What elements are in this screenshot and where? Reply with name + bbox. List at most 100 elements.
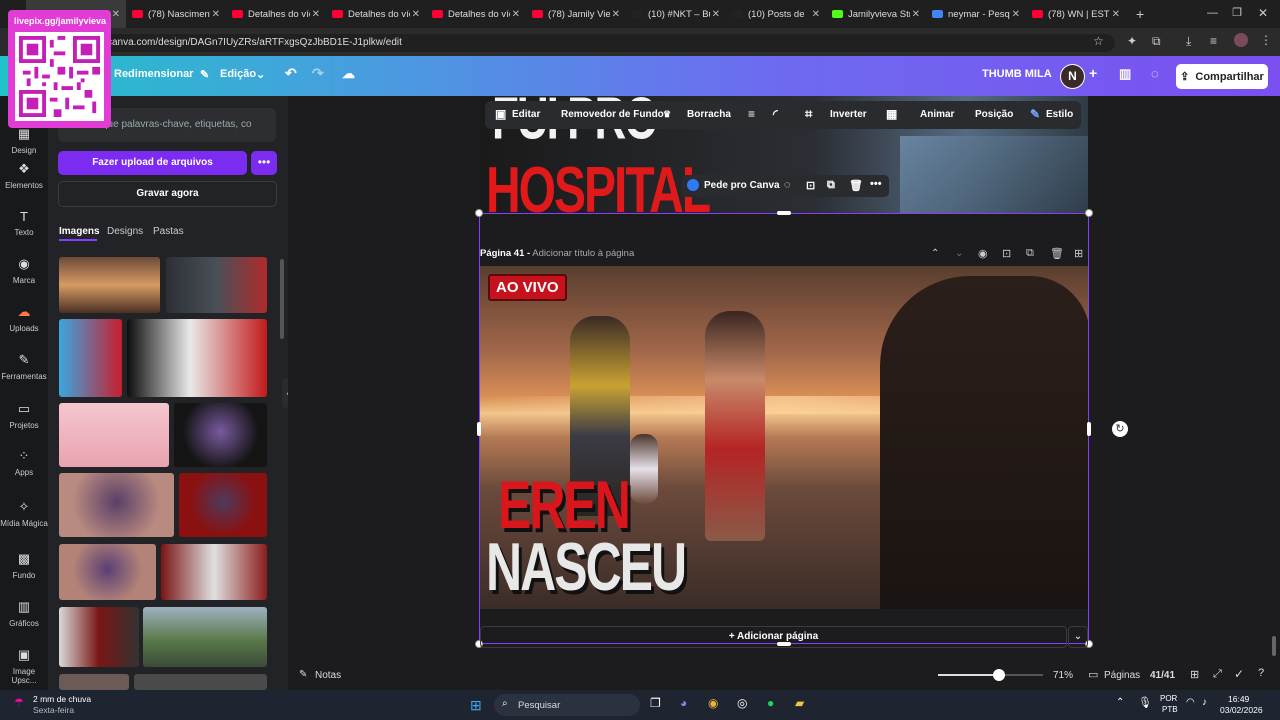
close-tab-icon[interactable]: ✕ [512,9,520,20]
rail-item[interactable]: ✧ Mídia Mágica [0,499,48,528]
hide-page-eye-icon[interactable]: ◉ [978,247,988,260]
task-view-icon[interactable]: ❐ [650,696,661,710]
notes-button[interactable]: Notas [315,670,341,681]
edit-image-icon[interactable]: ▣ [495,107,506,121]
fullscreen-icon[interactable]: ⤢ [1213,668,1222,681]
grid-view-icon[interactable]: ⊞ [1190,668,1199,681]
pages-button[interactable]: Páginas [1104,670,1140,681]
rail-item[interactable]: ⁘ Apps [0,448,48,477]
rail-item[interactable]: ☁ Uploads [0,304,48,333]
background-remover-button[interactable]: Removedor de Fundo [561,109,664,120]
rail-item[interactable]: ▦ Design [0,126,48,155]
comment-add-icon[interactable]: ◌ [784,179,791,191]
close-tab-icon[interactable]: ✕ [712,9,720,20]
url-input[interactable]: canva.com/design/DAGn7IUyZRs/aRTFxgsQzJb… [95,34,1115,52]
record-now-button[interactable]: Gravar agora [58,181,277,207]
flip-button[interactable]: Inverter [830,109,867,120]
rail-item[interactable]: ▥ Gráficos [0,599,48,628]
taskbar-search-box[interactable]: ⌕ Pesquisar [494,694,640,716]
rail-item[interactable]: ▭ Projetos [0,401,48,430]
close-tab-icon[interactable]: ✕ [1012,9,1020,20]
rail-item[interactable]: ◉ Marca [0,256,48,285]
move-page-down-icon[interactable]: ⌄ [955,248,963,259]
redo-icon[interactable]: ↷ [312,65,324,82]
upload-thumbnail[interactable] [174,403,267,467]
tab-images[interactable]: Imagens [59,226,100,237]
delete-page-icon[interactable]: 🗑 [1050,247,1064,260]
add-page-icon[interactable]: ⊞ [1074,247,1083,260]
eraser-button[interactable]: Borracha [687,109,731,120]
browser-tab[interactable]: (78) Nascimento✕ [126,0,226,28]
close-tab-icon[interactable]: ✕ [412,9,420,20]
transparency-checker-icon[interactable]: ▦ [886,107,897,121]
style-button[interactable]: Estilo [1046,109,1073,120]
style-paint-icon[interactable]: ✎ [1030,107,1040,121]
rail-item[interactable]: ▩ Fundo [0,551,48,580]
zoom-level[interactable]: 71% [1053,670,1073,681]
edit-mode-pencil-icon[interactable]: ✎ [200,68,209,81]
upload-thumbnail[interactable] [134,674,267,690]
delete-icon[interactable]: 🗑 [849,179,863,192]
microphone-icon[interactable]: 🎙 [1138,696,1152,709]
add-page-chevron-icon[interactable]: ⌄ [1068,626,1088,648]
browser-tab[interactable]: Detalhes do vídeo✕ [326,0,426,28]
close-tab-icon[interactable]: ✕ [812,9,820,20]
upload-thumbnail[interactable] [161,544,267,600]
rail-item[interactable]: ❖ Elementos [0,161,48,190]
resize-handle-top[interactable] [777,211,791,215]
panel-scrollbar[interactable] [280,259,284,339]
add-page-title-link[interactable]: Adicionar título à página [532,248,634,259]
undo-icon[interactable]: ↶ [285,65,297,82]
browser-tab[interactable]: (78) Jamily Vieva✕ [526,0,626,28]
restore-icon[interactable]: ❐ [1232,6,1242,19]
resize-handle-right[interactable] [1087,422,1091,436]
app-icon[interactable]: ◎ [737,696,747,710]
close-tab-icon[interactable]: ✕ [212,9,220,20]
upload-thumbnail[interactable] [59,319,122,397]
upload-thumbnail[interactable] [59,403,169,467]
resize-handle-top-left[interactable] [475,209,483,217]
upload-thumbnail[interactable] [59,257,160,313]
weather-text[interactable]: 2 mm de chuva [33,694,91,704]
upload-more-button[interactable]: ••• [251,151,277,175]
duplicate-page-icon[interactable]: ⧉ [1026,247,1034,260]
extension-icon[interactable]: ✦ [1127,34,1137,48]
upload-thumbnail[interactable] [59,473,174,537]
browser-tab[interactable]: (78) WN | ESTR ✕ [1026,0,1126,28]
edit-mode-button[interactable]: Edição [220,68,256,80]
close-window-icon[interactable]: ✕ [1258,6,1268,20]
check-icon[interactable]: ✓ [1234,667,1244,681]
clock-date[interactable]: 03/02/2026 [1220,705,1263,715]
browser-tab[interactable]: Detalhes do vídeo✕ [226,0,326,28]
tray-chevron-icon[interactable]: ⌃ [1116,697,1124,708]
more-options-icon[interactable]: ••• [870,178,882,190]
puzzle-icon[interactable]: ⧉ [1152,34,1161,49]
upload-thumbnail[interactable] [166,257,267,313]
add-collaborator-icon[interactable]: + [1089,65,1097,81]
rail-item[interactable]: ✎ Ferramentas [0,352,48,381]
resize-handle-left[interactable] [477,422,481,436]
zoom-slider-thumb[interactable] [992,669,1005,681]
new-tab-button[interactable]: + [1136,6,1144,22]
canvas-scrollbar[interactable] [1272,636,1276,656]
page-41-design[interactable]: AO VIVO EREN NASCEU [480,266,1088,609]
duplicate-icon[interactable]: ⧉ [827,179,835,192]
tab-folders[interactable]: Pastas [153,226,184,237]
notes-icon[interactable]: ✎ [299,669,307,680]
share-button[interactable]: ⇪ Compartilhar [1176,64,1268,89]
user-avatar[interactable]: N [1060,64,1085,89]
file-explorer-icon[interactable]: ▰ [795,696,804,710]
close-tab-icon[interactable]: ✕ [612,9,620,20]
upload-thumbnail[interactable] [179,473,267,537]
insights-chart-icon[interactable]: ▥ [1119,66,1131,82]
upload-thumbnail[interactable] [59,674,129,690]
resize-button[interactable]: Redimensionar [114,68,193,80]
ask-canva-button[interactable]: Pede pro Canva [704,180,780,191]
comment-icon[interactable]: ◌ [1151,66,1159,81]
design-title[interactable]: THUMB MILA [982,68,1052,80]
upload-thumbnail[interactable] [143,607,267,667]
hamburger-icon[interactable]: ≡ [748,107,755,121]
help-icon[interactable]: ? [1258,667,1264,679]
edit-button[interactable]: Editar [512,109,540,120]
close-tab-icon[interactable]: ✕ [912,9,920,20]
